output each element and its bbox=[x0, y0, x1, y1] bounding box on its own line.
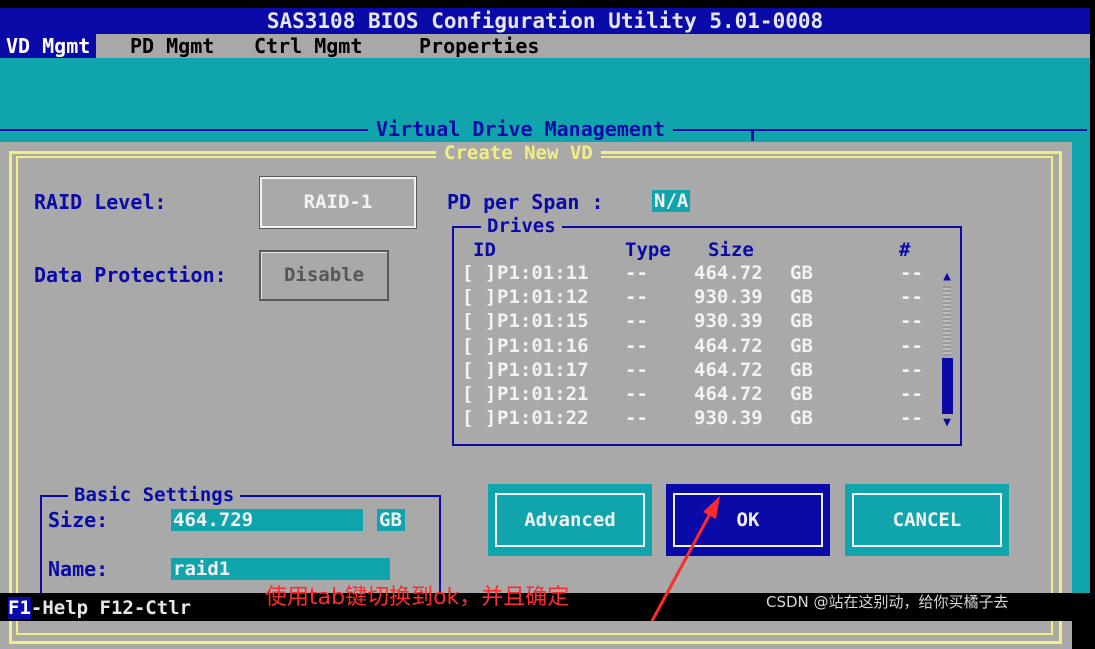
scroll-down-arrow-icon[interactable]: ▼ bbox=[940, 416, 954, 430]
drive-checkbox[interactable]: [ ] bbox=[462, 358, 496, 382]
scrollbar-track bbox=[943, 286, 951, 356]
f1-key: F1 bbox=[8, 597, 31, 619]
drives-header-type: Type bbox=[625, 239, 671, 261]
scrollbar-thumb[interactable] bbox=[942, 358, 953, 414]
data-protection-select[interactable]: Disable bbox=[259, 250, 389, 301]
drive-hash: -- bbox=[900, 262, 923, 284]
drive-id: P1:01:12 bbox=[497, 286, 589, 308]
help-hint: F1-Help F12-Ctlr bbox=[8, 596, 191, 620]
drive-row[interactable]: [ ] P1:01:17 -- 464.72 GB -- bbox=[462, 358, 932, 382]
menu-ctrl-mgmt[interactable]: Ctrl Mgmt bbox=[248, 34, 368, 58]
window-title: SAS3108 BIOS Configuration Utility 5.01-… bbox=[0, 8, 1090, 34]
drive-size-unit: GB bbox=[790, 383, 813, 405]
vd-management-screen: Virtual Drive Management Create New VD R… bbox=[0, 58, 1090, 649]
drive-size-unit: GB bbox=[790, 310, 813, 332]
drive-hash: -- bbox=[900, 407, 923, 429]
drives-title: Drives bbox=[481, 215, 562, 237]
drive-size: 464.72 bbox=[694, 359, 763, 381]
pd-per-span-value[interactable]: N/A bbox=[652, 190, 691, 212]
ok-button[interactable]: OK bbox=[666, 484, 830, 556]
advanced-button[interactable]: Advanced bbox=[488, 484, 652, 556]
raid-level-label: RAID Level: bbox=[34, 190, 167, 214]
drive-row[interactable]: [ ] P1:01:15 -- 930.39 GB -- bbox=[462, 309, 932, 333]
name-input[interactable]: raid1 bbox=[171, 558, 390, 580]
drive-id: P1:01:21 bbox=[497, 383, 589, 405]
basic-settings-title: Basic Settings bbox=[68, 484, 241, 506]
drive-checkbox[interactable]: [ ] bbox=[462, 285, 496, 309]
drive-hash: -- bbox=[900, 286, 923, 308]
drive-hash: -- bbox=[900, 359, 923, 381]
raid-level-select[interactable]: RAID-1 bbox=[259, 176, 417, 229]
drive-type: -- bbox=[625, 310, 648, 332]
advanced-button-label: Advanced bbox=[524, 509, 616, 531]
drive-type: -- bbox=[625, 335, 648, 357]
drive-size: 464.72 bbox=[694, 383, 763, 405]
name-label: Name: bbox=[48, 557, 109, 581]
drive-type: -- bbox=[625, 359, 648, 381]
drive-size: 930.39 bbox=[694, 407, 763, 429]
cancel-button-label: CANCEL bbox=[892, 509, 962, 531]
menu-vd-mgmt[interactable]: VD Mgmt bbox=[0, 34, 97, 58]
drive-size: 930.39 bbox=[694, 310, 763, 332]
pd-per-span-label: PD per Span : bbox=[447, 190, 604, 214]
size-label: Size: bbox=[48, 508, 109, 532]
data-protection-label: Data Protection: bbox=[34, 263, 227, 287]
drive-size: 930.39 bbox=[694, 286, 763, 308]
drive-size: 464.72 bbox=[694, 335, 763, 357]
create-vd-dialog: Create New VD RAID Level: RAID-1 Data Pr… bbox=[0, 142, 1072, 649]
drive-type: -- bbox=[625, 262, 648, 284]
drives-header-id: ID bbox=[473, 239, 496, 261]
drive-row[interactable]: [ ] P1:01:11 -- 464.72 GB -- bbox=[462, 261, 932, 285]
size-unit: GB bbox=[377, 509, 405, 531]
drive-type: -- bbox=[625, 286, 648, 308]
drive-checkbox[interactable]: [ ] bbox=[462, 309, 496, 333]
drive-size-unit: GB bbox=[790, 359, 813, 381]
drive-type: -- bbox=[625, 407, 648, 429]
drive-size-unit: GB bbox=[790, 407, 813, 429]
drive-hash: -- bbox=[900, 335, 923, 357]
drives-scrollbar[interactable]: ▲ ▼ bbox=[940, 270, 954, 430]
drives-header-hash: # bbox=[899, 239, 911, 261]
help-text: -Help F12-Ctlr bbox=[30, 597, 192, 619]
drive-id: P1:01:11 bbox=[497, 262, 589, 284]
drive-row[interactable]: [ ] P1:01:16 -- 464.72 GB -- bbox=[462, 334, 932, 358]
dialog-title: Create New VD bbox=[436, 142, 601, 164]
drive-size: 464.72 bbox=[694, 262, 763, 284]
drive-id: P1:01:22 bbox=[497, 407, 589, 429]
drives-header-size: Size bbox=[708, 239, 754, 261]
drive-checkbox[interactable]: [ ] bbox=[462, 261, 496, 285]
drive-row[interactable]: [ ] P1:01:21 -- 464.72 GB -- bbox=[462, 382, 932, 406]
screen-frame-tick bbox=[751, 129, 754, 141]
drive-checkbox[interactable]: [ ] bbox=[462, 382, 496, 406]
drive-hash: -- bbox=[900, 383, 923, 405]
drive-size-unit: GB bbox=[790, 262, 813, 284]
cancel-button[interactable]: CANCEL bbox=[845, 484, 1009, 556]
menu-pd-mgmt[interactable]: PD Mgmt bbox=[124, 34, 220, 58]
drive-id: P1:01:16 bbox=[497, 335, 589, 357]
drive-size-unit: GB bbox=[790, 286, 813, 308]
drive-checkbox[interactable]: [ ] bbox=[462, 406, 496, 430]
csdn-watermark: CSDN @站在这别动，给你买橘子去 bbox=[766, 593, 1009, 611]
drive-id: P1:01:17 bbox=[497, 359, 589, 381]
menu-bar: VD Mgmt PD Mgmt Ctrl Mgmt Properties bbox=[0, 34, 1090, 58]
red-annotation-text: 使用tab键切换到ok，并且确定 bbox=[265, 585, 570, 610]
drive-id: P1:01:15 bbox=[497, 310, 589, 332]
drive-checkbox[interactable]: [ ] bbox=[462, 334, 496, 358]
screen-title: Virtual Drive Management bbox=[368, 117, 673, 141]
size-input[interactable]: 464.729 bbox=[171, 509, 363, 531]
drive-size-unit: GB bbox=[790, 335, 813, 357]
menu-properties[interactable]: Properties bbox=[413, 34, 545, 58]
drive-row[interactable]: [ ] P1:01:22 -- 930.39 GB -- bbox=[462, 406, 932, 430]
ok-button-label: OK bbox=[736, 509, 760, 531]
drive-row[interactable]: [ ] P1:01:12 -- 930.39 GB -- bbox=[462, 285, 932, 309]
scroll-up-arrow-icon[interactable]: ▲ bbox=[940, 270, 954, 284]
drive-hash: -- bbox=[900, 310, 923, 332]
drive-type: -- bbox=[625, 383, 648, 405]
